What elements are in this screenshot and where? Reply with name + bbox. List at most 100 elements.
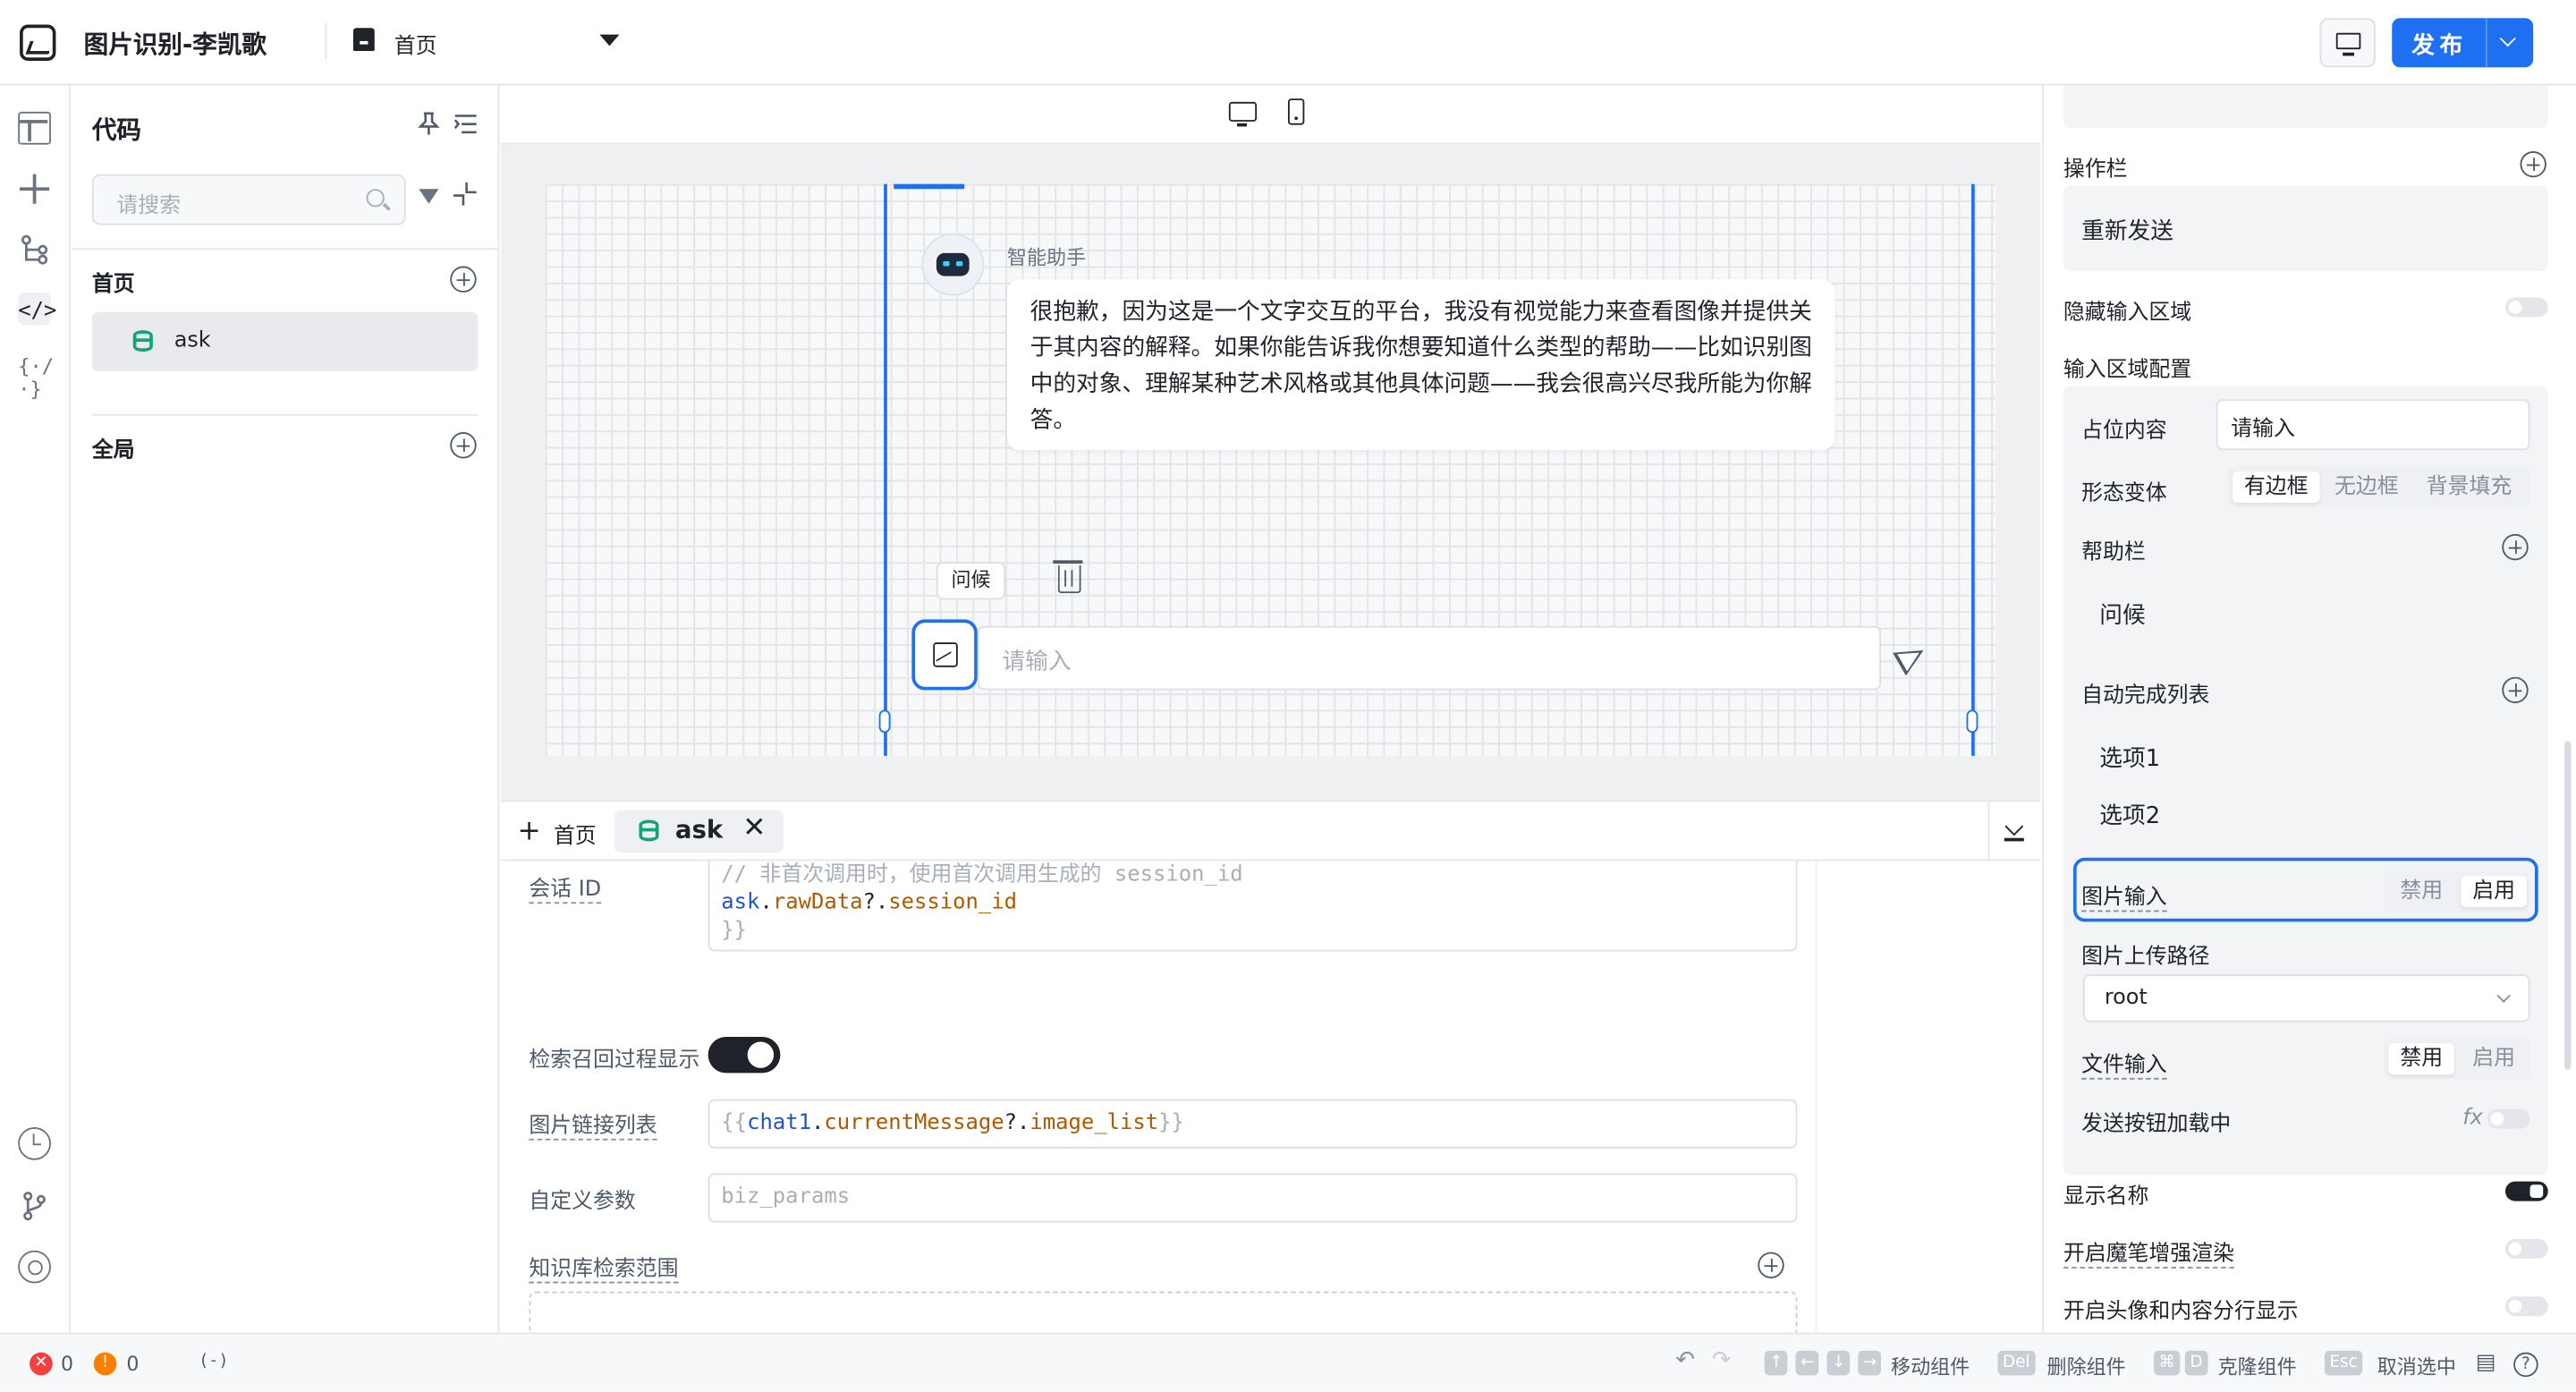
warning-icon[interactable]: !: [93, 1352, 117, 1376]
variant-label: 形态变体: [2081, 481, 2167, 506]
fx-icon[interactable]: fx: [2462, 1106, 2483, 1131]
branch-icon[interactable]: [18, 1190, 51, 1223]
page-selector-label[interactable]: 首页: [394, 28, 437, 60]
desktop-view-icon[interactable]: [1228, 101, 1258, 126]
collapse-editor-icon[interactable]: [1987, 802, 2040, 862]
kb-scope-dropzone[interactable]: [529, 1291, 1798, 1335]
custom-params-label: 自定义参数: [529, 1189, 636, 1215]
properties-scrollbar[interactable]: [2564, 741, 2572, 1070]
redo-icon[interactable]: ↷: [1712, 1347, 1732, 1373]
arrow-left-key-icon: ←: [1795, 1350, 1819, 1376]
component-tree-icon[interactable]: [18, 233, 51, 267]
enhanced-render-label: 开启魔笔增强渲染: [2063, 1235, 2234, 1269]
image-input-enable[interactable]: 启用: [2461, 875, 2527, 907]
resize-handle-left[interactable]: [878, 709, 891, 734]
page-selector-caret-icon[interactable]: [599, 34, 620, 47]
image-input-disable[interactable]: 禁用: [2389, 876, 2454, 907]
hide-input-switch[interactable]: [2504, 297, 2548, 318]
add-query-global-icon[interactable]: [450, 432, 477, 459]
session-id-code-field[interactable]: // 非首次调用时，使用首次调用生成的 session_id ask.rawDa…: [708, 861, 1798, 952]
preview-button[interactable]: [2319, 18, 2376, 68]
variable-icon[interactable]: {·/·}: [18, 355, 54, 401]
custom-params-field[interactable]: biz_params: [708, 1173, 1798, 1223]
input-config-label: 输入区域配置: [2063, 358, 2192, 383]
add-autocomplete-icon[interactable]: [2502, 676, 2529, 704]
design-canvas: 智能助手 很抱歉，因为这是一个文字交互的平台，我没有视觉能力来查看图像并提供关于…: [501, 85, 2041, 801]
app-title: 图片识别-李凯歌: [83, 30, 267, 60]
file-input-disable[interactable]: 禁用: [2388, 1043, 2455, 1075]
pin-icon[interactable]: [418, 112, 441, 143]
app-logo-icon[interactable]: [20, 24, 56, 61]
variant-filled[interactable]: 背景填充: [2415, 471, 2523, 503]
avatar-split-switch[interactable]: [2504, 1296, 2548, 1317]
autocomplete-item-2[interactable]: 选项2: [2099, 799, 2160, 832]
database-icon: [132, 330, 153, 352]
filter-icon[interactable]: [419, 189, 439, 204]
add-tab-icon[interactable]: +: [518, 815, 541, 848]
bot-name: 智能助手: [1006, 246, 1087, 270]
add-component-icon[interactable]: [18, 173, 51, 206]
device-toolbar: [501, 85, 2041, 145]
close-tab-icon[interactable]: ✕: [742, 811, 766, 845]
publish-dropdown-chevron-icon[interactable]: [2499, 30, 2516, 47]
avatar-split-label: 开启头像和内容分行显示: [2063, 1299, 2299, 1325]
quick-reply-chip[interactable]: 问候: [936, 562, 1006, 600]
mobile-view-icon[interactable]: [1287, 98, 1305, 125]
code-icon[interactable]: </>: [18, 292, 56, 326]
error-count[interactable]: 0: [61, 1353, 73, 1376]
collapse-all-icon[interactable]: [452, 181, 478, 214]
file-input-segmented: 禁用 启用: [2384, 1038, 2530, 1080]
warning-count[interactable]: 0: [126, 1353, 139, 1376]
actionbar-label: 操作栏: [2063, 157, 2128, 182]
add-action-icon[interactable]: [2520, 150, 2546, 178]
autocomplete-item-1[interactable]: 选项1: [2099, 741, 2160, 774]
clone-key: D: [2184, 1350, 2207, 1376]
code-panel: 代码 请搜索 首页 ask 全局: [72, 85, 500, 1333]
code-search-input[interactable]: 请搜索: [91, 174, 406, 225]
chat-input[interactable]: 请输入: [977, 625, 1882, 691]
show-name-switch[interactable]: [2504, 1181, 2548, 1201]
upload-path-select[interactable]: root: [2082, 974, 2530, 1023]
chevron-down-icon: [2496, 989, 2511, 1003]
show-name-label: 显示名称: [2063, 1184, 2149, 1210]
send-icon[interactable]: [1893, 639, 1930, 676]
variant-bordered[interactable]: 有边框: [2233, 471, 2320, 504]
deselect-hint: 取消选中: [2377, 1355, 2456, 1379]
add-helpbar-icon[interactable]: [2502, 533, 2529, 561]
file-input-label: 文件输入: [2081, 1047, 2167, 1080]
image-list-code-field[interactable]: {{chat1.currentMessage?.image_list}}: [708, 1099, 1798, 1149]
help-icon[interactable]: ?: [2513, 1352, 2538, 1378]
clear-history-trash-icon[interactable]: [1053, 560, 1083, 594]
settings-icon[interactable]: [18, 1250, 51, 1284]
image-upload-button[interactable]: [911, 619, 978, 691]
send-loading-switch[interactable]: [2487, 1108, 2530, 1129]
file-input-enable[interactable]: 启用: [2461, 1043, 2526, 1074]
add-kb-scope-icon[interactable]: [1758, 1252, 1784, 1278]
command-key-icon: ⌘: [2153, 1350, 2181, 1376]
retrieval-display-toggle[interactable]: [708, 1036, 781, 1074]
publish-label: 发布: [2411, 32, 2468, 60]
status-bar: ✕ 0 ! 0 (-) ↶ ↷ ↑ ← ↓ → 移动组件 Del 删除组件 ⌘ …: [0, 1332, 2576, 1392]
outline-icon[interactable]: [453, 114, 479, 141]
history-icon[interactable]: [18, 1126, 51, 1160]
variant-borderless[interactable]: 无边框: [2323, 471, 2410, 503]
add-query-home-icon[interactable]: [450, 266, 477, 293]
actionbar-item[interactable]: 重新发送: [2063, 185, 2548, 272]
undo-icon[interactable]: ↶: [1675, 1347, 1695, 1373]
enhanced-render-switch[interactable]: [2504, 1238, 2548, 1259]
editor-body: 会话 ID // 非首次调用时，使用首次调用生成的 session_id ask…: [501, 861, 1815, 1335]
clone-hint: 克隆组件: [2217, 1355, 2297, 1379]
feedback-icon[interactable]: ▤: [2476, 1351, 2496, 1376]
image-icon: [933, 642, 958, 667]
tab-home[interactable]: 首页: [554, 819, 597, 850]
tab-ask[interactable]: ask ✕: [614, 810, 784, 853]
console-icon[interactable]: (-): [199, 1353, 228, 1371]
layout-icon[interactable]: [18, 111, 51, 145]
helpbar-item[interactable]: 问候: [2099, 598, 2145, 632]
code-item-ask[interactable]: ask: [91, 311, 479, 372]
error-icon[interactable]: ✕: [30, 1352, 53, 1376]
placeholder-input[interactable]: 请输入: [2216, 399, 2530, 451]
publish-button[interactable]: 发布: [2392, 18, 2534, 68]
search-icon: [366, 189, 385, 208]
resize-handle-right[interactable]: [1966, 709, 1979, 734]
